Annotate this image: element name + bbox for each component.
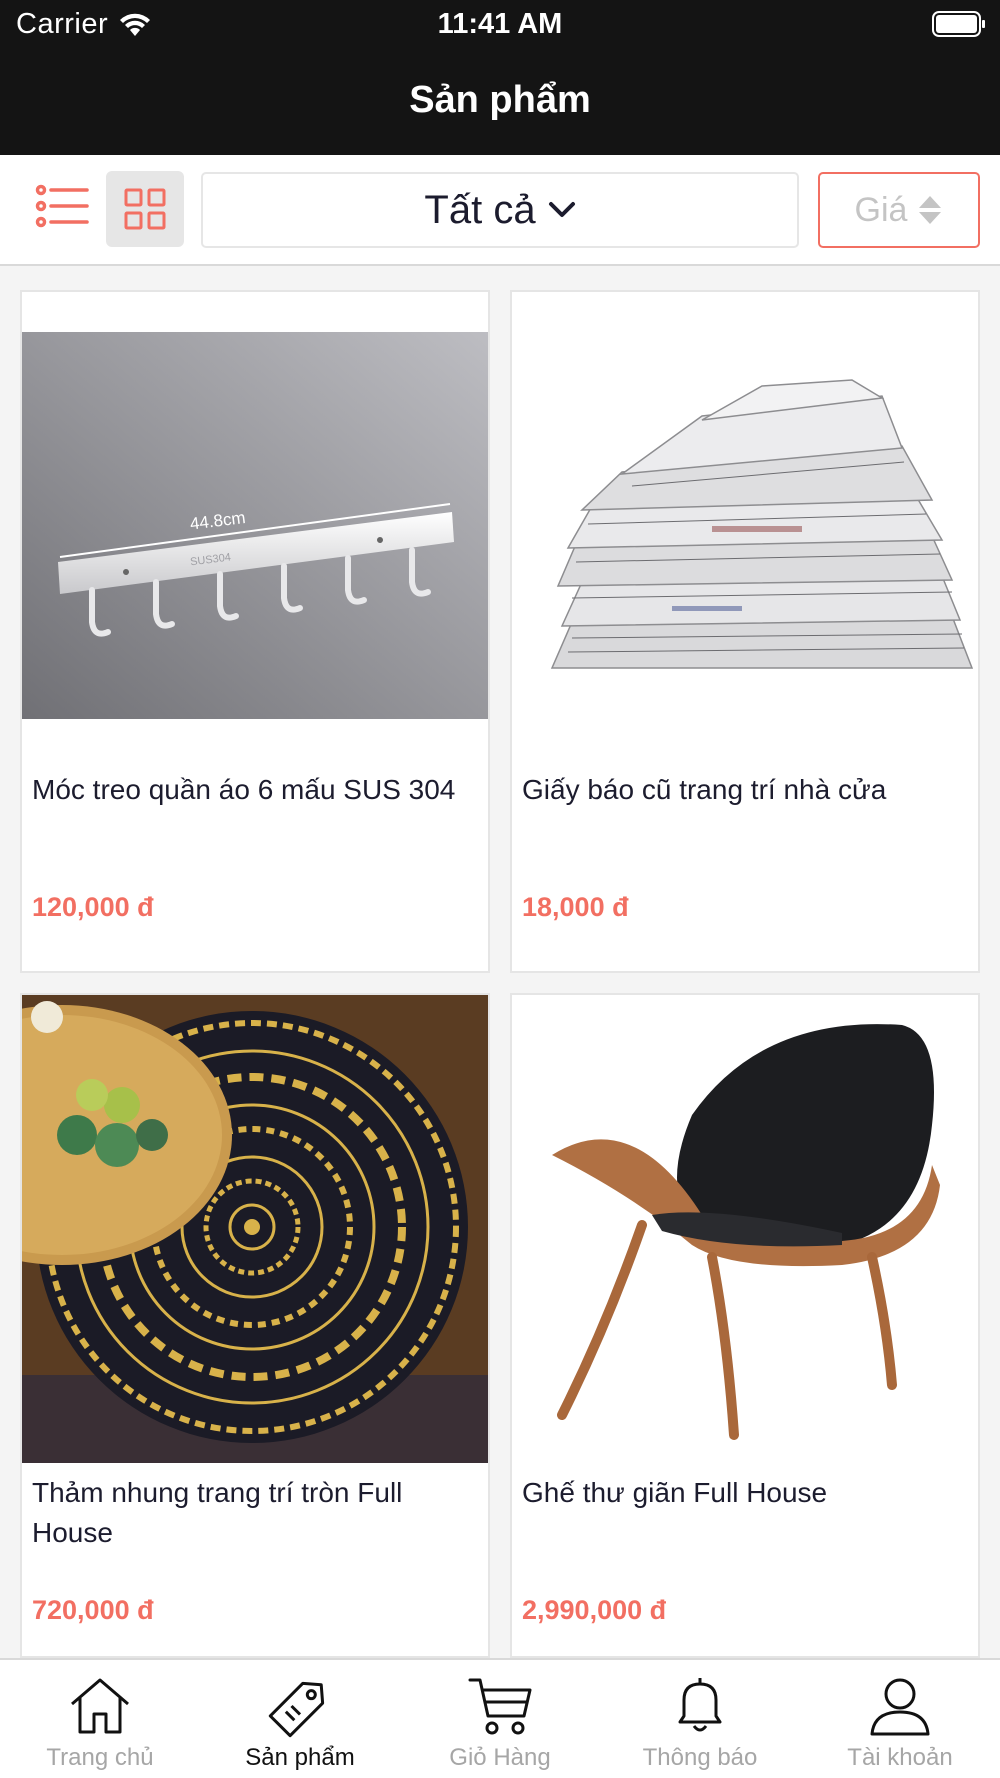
product-name: Giấy báo cũ trang trí nhà cửa: [522, 774, 887, 805]
price-sort-button[interactable]: Giá: [818, 172, 980, 248]
product-card[interactable]: 44.8cm SUS304 Móc treo quần áo 6 mấu SUS…: [20, 290, 490, 973]
home-icon: [71, 1678, 129, 1734]
product-price: 2,990,000 đ: [522, 1595, 667, 1625]
product-price: 120,000 đ: [32, 892, 154, 922]
status-time: 11:41 AM: [437, 8, 563, 40]
grid-icon: [124, 188, 166, 230]
tag-icon: [268, 1681, 325, 1738]
page-title: Sản phẩm: [409, 79, 591, 121]
product-card[interactable]: Ghế thư giãn Full House 2,990,000 đ: [510, 993, 980, 1658]
product-toolbar: Tất cả Giá: [0, 155, 1000, 266]
tab-cart-label: Giỏ Hàng: [449, 1744, 551, 1771]
grid-view-button[interactable]: [106, 171, 184, 247]
product-image-newspaper: [512, 376, 978, 676]
tab-products[interactable]: Sản phẩm: [200, 1660, 400, 1778]
tab-cart[interactable]: Giỏ Hàng: [400, 1660, 600, 1778]
list-view-button[interactable]: [30, 173, 95, 238]
price-sort-label: Giá: [854, 190, 908, 229]
bottom-tab-bar: Trang chủ Sản phẩm Giỏ Hàng Thông báo Tà…: [0, 1658, 1000, 1778]
tab-notifications[interactable]: Thông báo: [600, 1660, 800, 1778]
product-name: Ghế thư giãn Full House: [522, 1477, 828, 1508]
product-image-coat-hook: 44.8cm SUS304: [22, 332, 488, 719]
sort-arrows-icon: [919, 196, 942, 224]
tab-account[interactable]: Tài khoản: [800, 1660, 1000, 1778]
user-icon: [870, 1678, 930, 1736]
status-bar: Carrier 11:41 AM: [0, 0, 1000, 52]
category-filter-label: Tất cả: [424, 187, 536, 232]
products-screen: Carrier 11:41 AM Sản phẩm Tất cả Giá 44.…: [0, 0, 1000, 1778]
product-price: 18,000 đ: [522, 892, 629, 922]
product-image-lounge-chair: [512, 995, 978, 1463]
product-card[interactable]: Thảm nhung trang trí tròn Full House 720…: [20, 993, 490, 1658]
cart-icon: [468, 1678, 532, 1735]
tab-home-label: Trang chủ: [46, 1744, 154, 1771]
product-name: Móc treo quần áo 6 mấu SUS 304: [32, 774, 456, 805]
product-name: Thảm nhung trang trí tròn Full House: [32, 1477, 403, 1548]
product-card[interactable]: Giấy báo cũ trang trí nhà cửa 18,000 đ: [510, 290, 980, 973]
product-image-round-rug: [22, 995, 488, 1463]
top-bar: Carrier 11:41 AM Sản phẩm: [0, 0, 1000, 155]
bell-icon: [678, 1678, 722, 1732]
tab-account-label: Tài khoản: [847, 1744, 953, 1771]
product-price: 720,000 đ: [32, 1595, 154, 1625]
list-icon: [35, 184, 89, 227]
tab-home[interactable]: Trang chủ: [0, 1660, 200, 1778]
tab-products-label: Sản phẩm: [245, 1744, 355, 1771]
tab-notifications-label: Thông báo: [642, 1744, 758, 1771]
chevron-down-icon: [548, 202, 575, 217]
battery-icon: [932, 11, 985, 37]
category-filter-dropdown[interactable]: Tất cả: [201, 172, 799, 248]
